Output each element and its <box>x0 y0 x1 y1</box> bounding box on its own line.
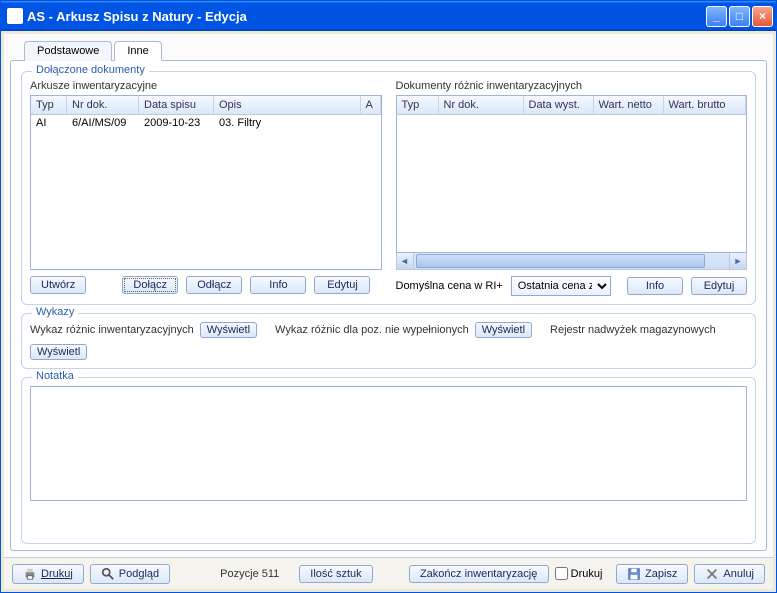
roznice-buttons: Domyślna cena w RI+ Ostatnia cena z Info… <box>396 276 748 296</box>
col-a[interactable]: A <box>361 96 381 114</box>
fieldset-notatka: Notatka <box>21 377 756 544</box>
fieldset-wykazy: Wykazy Wykaz różnic inwentaryzacyjnych W… <box>21 313 756 369</box>
col-wartnetto[interactable]: Wart. netto <box>594 96 664 114</box>
fieldset-dokumenty: Dołączone dokumenty Arkusze inwentaryzac… <box>21 71 756 305</box>
dolacz-button[interactable]: Dołącz <box>122 276 178 294</box>
magnifier-icon <box>101 567 115 581</box>
drukuj-button[interactable]: Drukuj <box>12 564 84 584</box>
col-datawyst[interactable]: Data wyst. <box>524 96 594 114</box>
cell-typ: AI <box>31 115 67 131</box>
fieldset-title-wykazy: Wykazy <box>32 306 78 318</box>
anuluj-button[interactable]: Anuluj <box>694 564 765 584</box>
drukuj-checkbox-wrap[interactable]: Drukuj <box>555 567 603 580</box>
label-wykaz-niewypeln: Wykaz różnic dla poz. nie wypełnionych <box>275 324 469 336</box>
info-button-left[interactable]: Info <box>250 276 306 294</box>
grid-roznice-body <box>397 115 747 252</box>
scroll-left-icon[interactable]: ◄ <box>397 253 414 269</box>
zapisz-button[interactable]: Zapisz <box>616 564 688 584</box>
wyswietl-button-1[interactable]: Wyświetl <box>200 322 257 338</box>
notatka-textarea[interactable] <box>30 386 747 501</box>
grid-roznice[interactable]: Typ Nr dok. Data wyst. Wart. netto Wart.… <box>396 95 748 253</box>
cancel-icon <box>705 567 719 581</box>
titlebar-buttons: _ □ × <box>706 6 773 27</box>
tab-panel-inne: Dołączone dokumenty Arkusze inwentaryzac… <box>10 60 767 551</box>
cell-nr: 6/AI/MS/09 <box>67 115 139 131</box>
fieldset-title-notatka: Notatka <box>32 370 78 382</box>
drukuj-checkbox-label: Drukuj <box>571 568 603 580</box>
scroll-right-icon[interactable]: ► <box>729 253 746 269</box>
cell-data: 2009-10-23 <box>139 115 214 131</box>
grid-roznice-hscroll[interactable]: ◄ ► <box>396 253 748 270</box>
scroll-thumb[interactable] <box>416 254 706 268</box>
tab-inne[interactable]: Inne <box>114 41 161 61</box>
edytuj-button-right[interactable]: Edytuj <box>691 277 747 295</box>
col-typ2[interactable]: Typ <box>397 96 439 114</box>
printer-icon <box>23 567 37 581</box>
col-nrdok2[interactable]: Nr dok. <box>439 96 524 114</box>
info-button-right[interactable]: Info <box>627 277 683 295</box>
utworz-button[interactable]: Utwórz <box>30 276 86 294</box>
tabstrip: Podstawowe Inne <box>4 34 773 60</box>
fieldset-title-dokumenty: Dołączone dokumenty <box>32 64 149 76</box>
close-button[interactable]: × <box>752 6 773 27</box>
zakoncz-button[interactable]: Zakończ inwentaryzację <box>409 565 549 583</box>
grid-roznice-head: Typ Nr dok. Data wyst. Wart. netto Wart.… <box>397 96 747 115</box>
cell-a <box>361 115 381 131</box>
label-arkusze: Arkusze inwentaryzacyjne <box>30 80 382 92</box>
grid-arkusze[interactable]: Typ Nr dok. Data spisu Opis A AI 6/AI/MS… <box>30 95 382 270</box>
tab-podstawowe[interactable]: Podstawowe <box>24 41 112 61</box>
label-wykaz-roznic: Wykaz różnic inwentaryzacyjnych <box>30 324 194 336</box>
save-icon <box>627 567 641 581</box>
window: AS - Arkusz Spisu z Natury - Edycja _ □ … <box>0 0 777 593</box>
grid-arkusze-head: Typ Nr dok. Data spisu Opis A <box>31 96 381 115</box>
price-select[interactable]: Ostatnia cena z <box>511 276 611 296</box>
maximize-button[interactable]: □ <box>729 6 750 27</box>
price-label: Domyślna cena w RI+ <box>396 280 503 292</box>
col-nrdok[interactable]: Nr dok. <box>67 96 139 114</box>
table-row[interactable]: AI 6/AI/MS/09 2009-10-23 03. Filtry <box>31 115 381 131</box>
titlebar: AS - Arkusz Spisu z Natury - Edycja _ □ … <box>1 1 776 31</box>
minimize-button[interactable]: _ <box>706 6 727 27</box>
col-opis[interactable]: Opis <box>214 96 361 114</box>
scroll-track[interactable] <box>414 253 730 269</box>
drukuj-checkbox[interactable] <box>555 567 568 580</box>
col-dataspisu[interactable]: Data spisu <box>139 96 214 114</box>
wyswietl-button-2[interactable]: Wyświetl <box>475 322 532 338</box>
wyswietl-button-3[interactable]: Wyświetl <box>30 344 87 360</box>
app-icon <box>7 8 23 24</box>
col-wartbrutto[interactable]: Wart. brutto <box>664 96 747 114</box>
cell-opis: 03. Filtry <box>214 115 361 131</box>
grid-arkusze-body: AI 6/AI/MS/09 2009-10-23 03. Filtry <box>31 115 381 269</box>
client-area: Podstawowe Inne Dołączone dokumenty Arku… <box>4 34 773 589</box>
window-title: AS - Arkusz Spisu z Natury - Edycja <box>27 9 706 24</box>
edytuj-button-left[interactable]: Edytuj <box>314 276 370 294</box>
odlacz-button[interactable]: Odłącz <box>186 276 242 294</box>
col-typ[interactable]: Typ <box>31 96 67 114</box>
pozycje-label: Pozycje 511 <box>206 568 293 580</box>
podglad-button[interactable]: Podgląd <box>90 564 170 584</box>
ilosc-sztuk-button[interactable]: Ilość sztuk <box>299 565 372 583</box>
col-roznice: Dokumenty różnic inwentaryzacyjnych Typ … <box>396 80 748 296</box>
label-roznice: Dokumenty różnic inwentaryzacyjnych <box>396 80 748 92</box>
label-rejestr-nadwyzek: Rejestr nadwyżek magazynowych <box>550 324 716 336</box>
bottombar: Drukuj Podgląd Pozycje 511 Ilość sztuk Z… <box>4 557 773 589</box>
arkusze-buttons: Utwórz Dołącz Odłącz Info Edytuj <box>30 276 382 294</box>
col-arkusze: Arkusze inwentaryzacyjne Typ Nr dok. Dat… <box>30 80 382 296</box>
